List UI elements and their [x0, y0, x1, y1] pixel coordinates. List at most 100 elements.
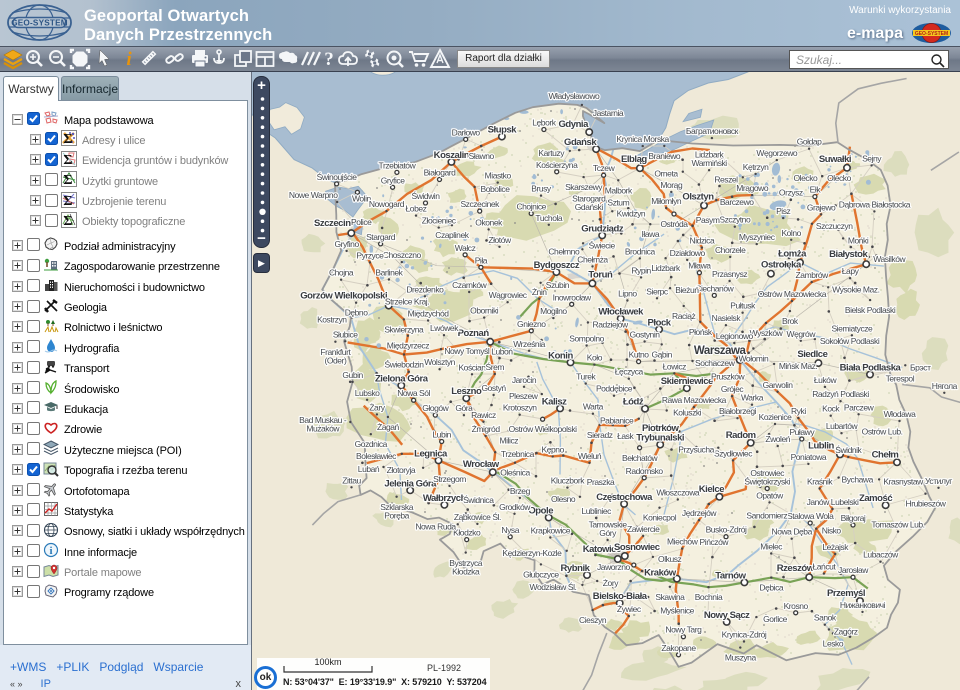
svg-text:Bolesławiec: Bolesławiec: [356, 451, 397, 461]
svg-text:Złocieniec: Złocieniec: [422, 216, 457, 226]
svg-text:Sieradz: Sieradz: [587, 430, 613, 440]
svg-text:Łobez: Łobez: [406, 204, 427, 214]
svg-text:Olesno: Olesno: [551, 494, 576, 504]
svg-text:Wągrowiec: Wągrowiec: [489, 290, 528, 300]
svg-text:Jarosław: Jarosław: [838, 565, 869, 575]
svg-text:Cieszyn: Cieszyn: [579, 615, 607, 625]
svg-text:Międzychód: Międzychód: [408, 309, 450, 319]
svg-text:Lubliniec: Lubliniec: [581, 506, 612, 516]
svg-text:Bychawa: Bychawa: [842, 475, 874, 485]
svg-text:Okonek: Okonek: [475, 217, 503, 227]
svg-text:Grajewo: Grajewo: [807, 202, 836, 212]
svg-text:Płońsk: Płońsk: [689, 327, 713, 337]
svg-text:Kartuzy: Kartuzy: [538, 148, 565, 158]
svg-text:Drezdenko: Drezdenko: [406, 284, 444, 294]
svg-text:Łańcut: Łańcut: [812, 562, 836, 572]
svg-text:Opatów: Opatów: [756, 490, 784, 500]
svg-text:Krasnystaw: Krasnystaw: [883, 476, 924, 486]
svg-text:Śrem: Śrem: [486, 361, 505, 372]
svg-text:Krosno: Krosno: [784, 601, 809, 611]
svg-text:Kostrzyn: Kostrzyn: [317, 315, 347, 325]
svg-text:Radziejów: Radziejów: [593, 320, 629, 330]
svg-text:Wodzisław Śl.: Wodzisław Śl.: [530, 581, 577, 592]
svg-text:Koluszki: Koluszki: [673, 408, 702, 418]
svg-text:PiotrkówTrybunalski: PiotrkówTrybunalski: [636, 423, 684, 444]
svg-text:Ostrów Lub.: Ostrów Lub.: [862, 427, 903, 437]
svg-text:Hrubieszów: Hrubieszów: [906, 499, 947, 509]
svg-text:Bydgoszcz: Bydgoszcz: [534, 260, 580, 271]
svg-text:Нижанковичі: Нижанковичі: [840, 600, 886, 610]
svg-text:Żagań: Żagań: [377, 422, 400, 432]
svg-text:Pińczów: Pińczów: [700, 537, 730, 547]
svg-text:Sierpc: Sierpc: [646, 286, 669, 296]
svg-text:Iława: Iława: [642, 229, 660, 239]
svg-text:Lubartów: Lubartów: [826, 421, 859, 431]
svg-text:Zagórz: Zagórz: [834, 627, 858, 637]
svg-text:Dąbrowa Białostocka: Dąbrowa Białostocka: [839, 199, 911, 209]
svg-text:Oleśnica: Oleśnica: [500, 468, 530, 478]
svg-text:Nowe Warpno: Nowe Warpno: [289, 190, 338, 200]
svg-text:Zakopane: Zakopane: [661, 643, 696, 653]
svg-text:Stargard: Stargard: [366, 232, 396, 242]
svg-text:Włocławek: Włocławek: [598, 307, 644, 318]
svg-text:OstrowiecŚwiętokrzyski: OstrowiecŚwiętokrzyski: [744, 468, 790, 487]
svg-text:Nowy Sącz: Nowy Sącz: [704, 610, 750, 621]
svg-text:Leżajsk: Leżajsk: [822, 542, 849, 552]
svg-text:Nowa Ruda: Nowa Ruda: [415, 521, 456, 531]
svg-text:Police: Police: [351, 217, 372, 227]
svg-text:Żary: Żary: [369, 402, 385, 412]
svg-text:Gostyń: Gostyń: [481, 383, 506, 393]
svg-text:Nasielsk: Nasielsk: [712, 313, 742, 323]
svg-text:Suwałki: Suwałki: [819, 154, 851, 165]
svg-text:Czarnków: Czarnków: [452, 280, 488, 290]
svg-text:Łowicz: Łowicz: [663, 361, 686, 371]
svg-text:Pasym: Pasym: [696, 215, 720, 225]
svg-text:Rawa Mazowiecka: Rawa Mazowiecka: [662, 395, 727, 405]
svg-text:Σ: Σ: [63, 153, 72, 167]
svg-text:Mińsk Maz.: Mińsk Maz.: [779, 361, 818, 371]
svg-text:Tomaszów Lub.: Tomaszów Lub.: [871, 520, 924, 530]
svg-text:Choszczno: Choszczno: [383, 250, 422, 260]
svg-text:Sompolno: Sompolno: [569, 334, 604, 344]
svg-text:Gorzów Wielkopolski: Gorzów Wielkopolski: [300, 291, 387, 302]
svg-text:Przysucha: Przysucha: [678, 445, 714, 455]
svg-text:Gołdap: Gołdap: [797, 137, 822, 147]
svg-text:Bielsko-Biała: Bielsko-Biała: [593, 591, 648, 602]
svg-text:Muszyna: Muszyna: [725, 653, 757, 663]
svg-text:Σ: Σ: [63, 173, 72, 187]
svg-text:Warta: Warta: [583, 402, 604, 412]
svg-text:Żory: Żory: [603, 578, 619, 588]
svg-text:Ostrów Mazowiecka: Ostrów Mazowiecka: [758, 289, 827, 299]
svg-text:Gryfino: Gryfino: [334, 239, 359, 249]
svg-text:Brok: Brok: [782, 316, 799, 326]
svg-text:Busko-Zdrój: Busko-Zdrój: [706, 525, 747, 535]
svg-text:Orneta: Orneta: [654, 169, 678, 179]
svg-text:Myszyniec: Myszyniec: [739, 232, 776, 242]
svg-text:Legnica: Legnica: [414, 448, 448, 459]
svg-text:Wysokie Maz.: Wysokie Maz.: [832, 284, 880, 294]
svg-text:Bełchatów: Bełchatów: [622, 453, 658, 463]
svg-text:Myślenice: Myślenice: [660, 606, 694, 616]
svg-text:Brzeg: Brzeg: [510, 486, 531, 496]
svg-text:Radom: Radom: [726, 430, 756, 441]
svg-text:Kościan: Kościan: [458, 362, 486, 372]
svg-text:Устилуг: Устилуг: [925, 476, 952, 486]
svg-text:Puławy: Puławy: [789, 427, 815, 437]
svg-text:Węgorzewo: Węgorzewo: [756, 148, 798, 158]
svg-text:Białobrzegi: Białobrzegi: [719, 406, 757, 416]
svg-text:Нягола: Нягола: [932, 381, 958, 391]
svg-text:Strzegom: Strzegom: [433, 474, 466, 484]
svg-text:Jastarnia: Jastarnia: [593, 108, 624, 118]
svg-text:Świdwin: Świdwin: [411, 190, 440, 201]
svg-text:Kalisz: Kalisz: [542, 396, 567, 407]
svg-text:Inowrocław: Inowrocław: [553, 292, 592, 302]
svg-text:Międzyrzecz: Międzyrzecz: [387, 341, 429, 351]
svg-text:Σ: Σ: [63, 132, 72, 146]
svg-text:Tczew: Tczew: [593, 163, 616, 173]
svg-text:Gorlice: Gorlice: [763, 614, 787, 624]
svg-text:Gdynia: Gdynia: [558, 119, 589, 130]
svg-text:Głubczyce: Głubczyce: [523, 569, 559, 579]
svg-text:Praszka: Praszka: [587, 477, 615, 487]
svg-text:Działdowo: Działdowo: [670, 248, 706, 258]
svg-text:GEO-SYSTEM: GEO-SYSTEM: [915, 31, 948, 37]
